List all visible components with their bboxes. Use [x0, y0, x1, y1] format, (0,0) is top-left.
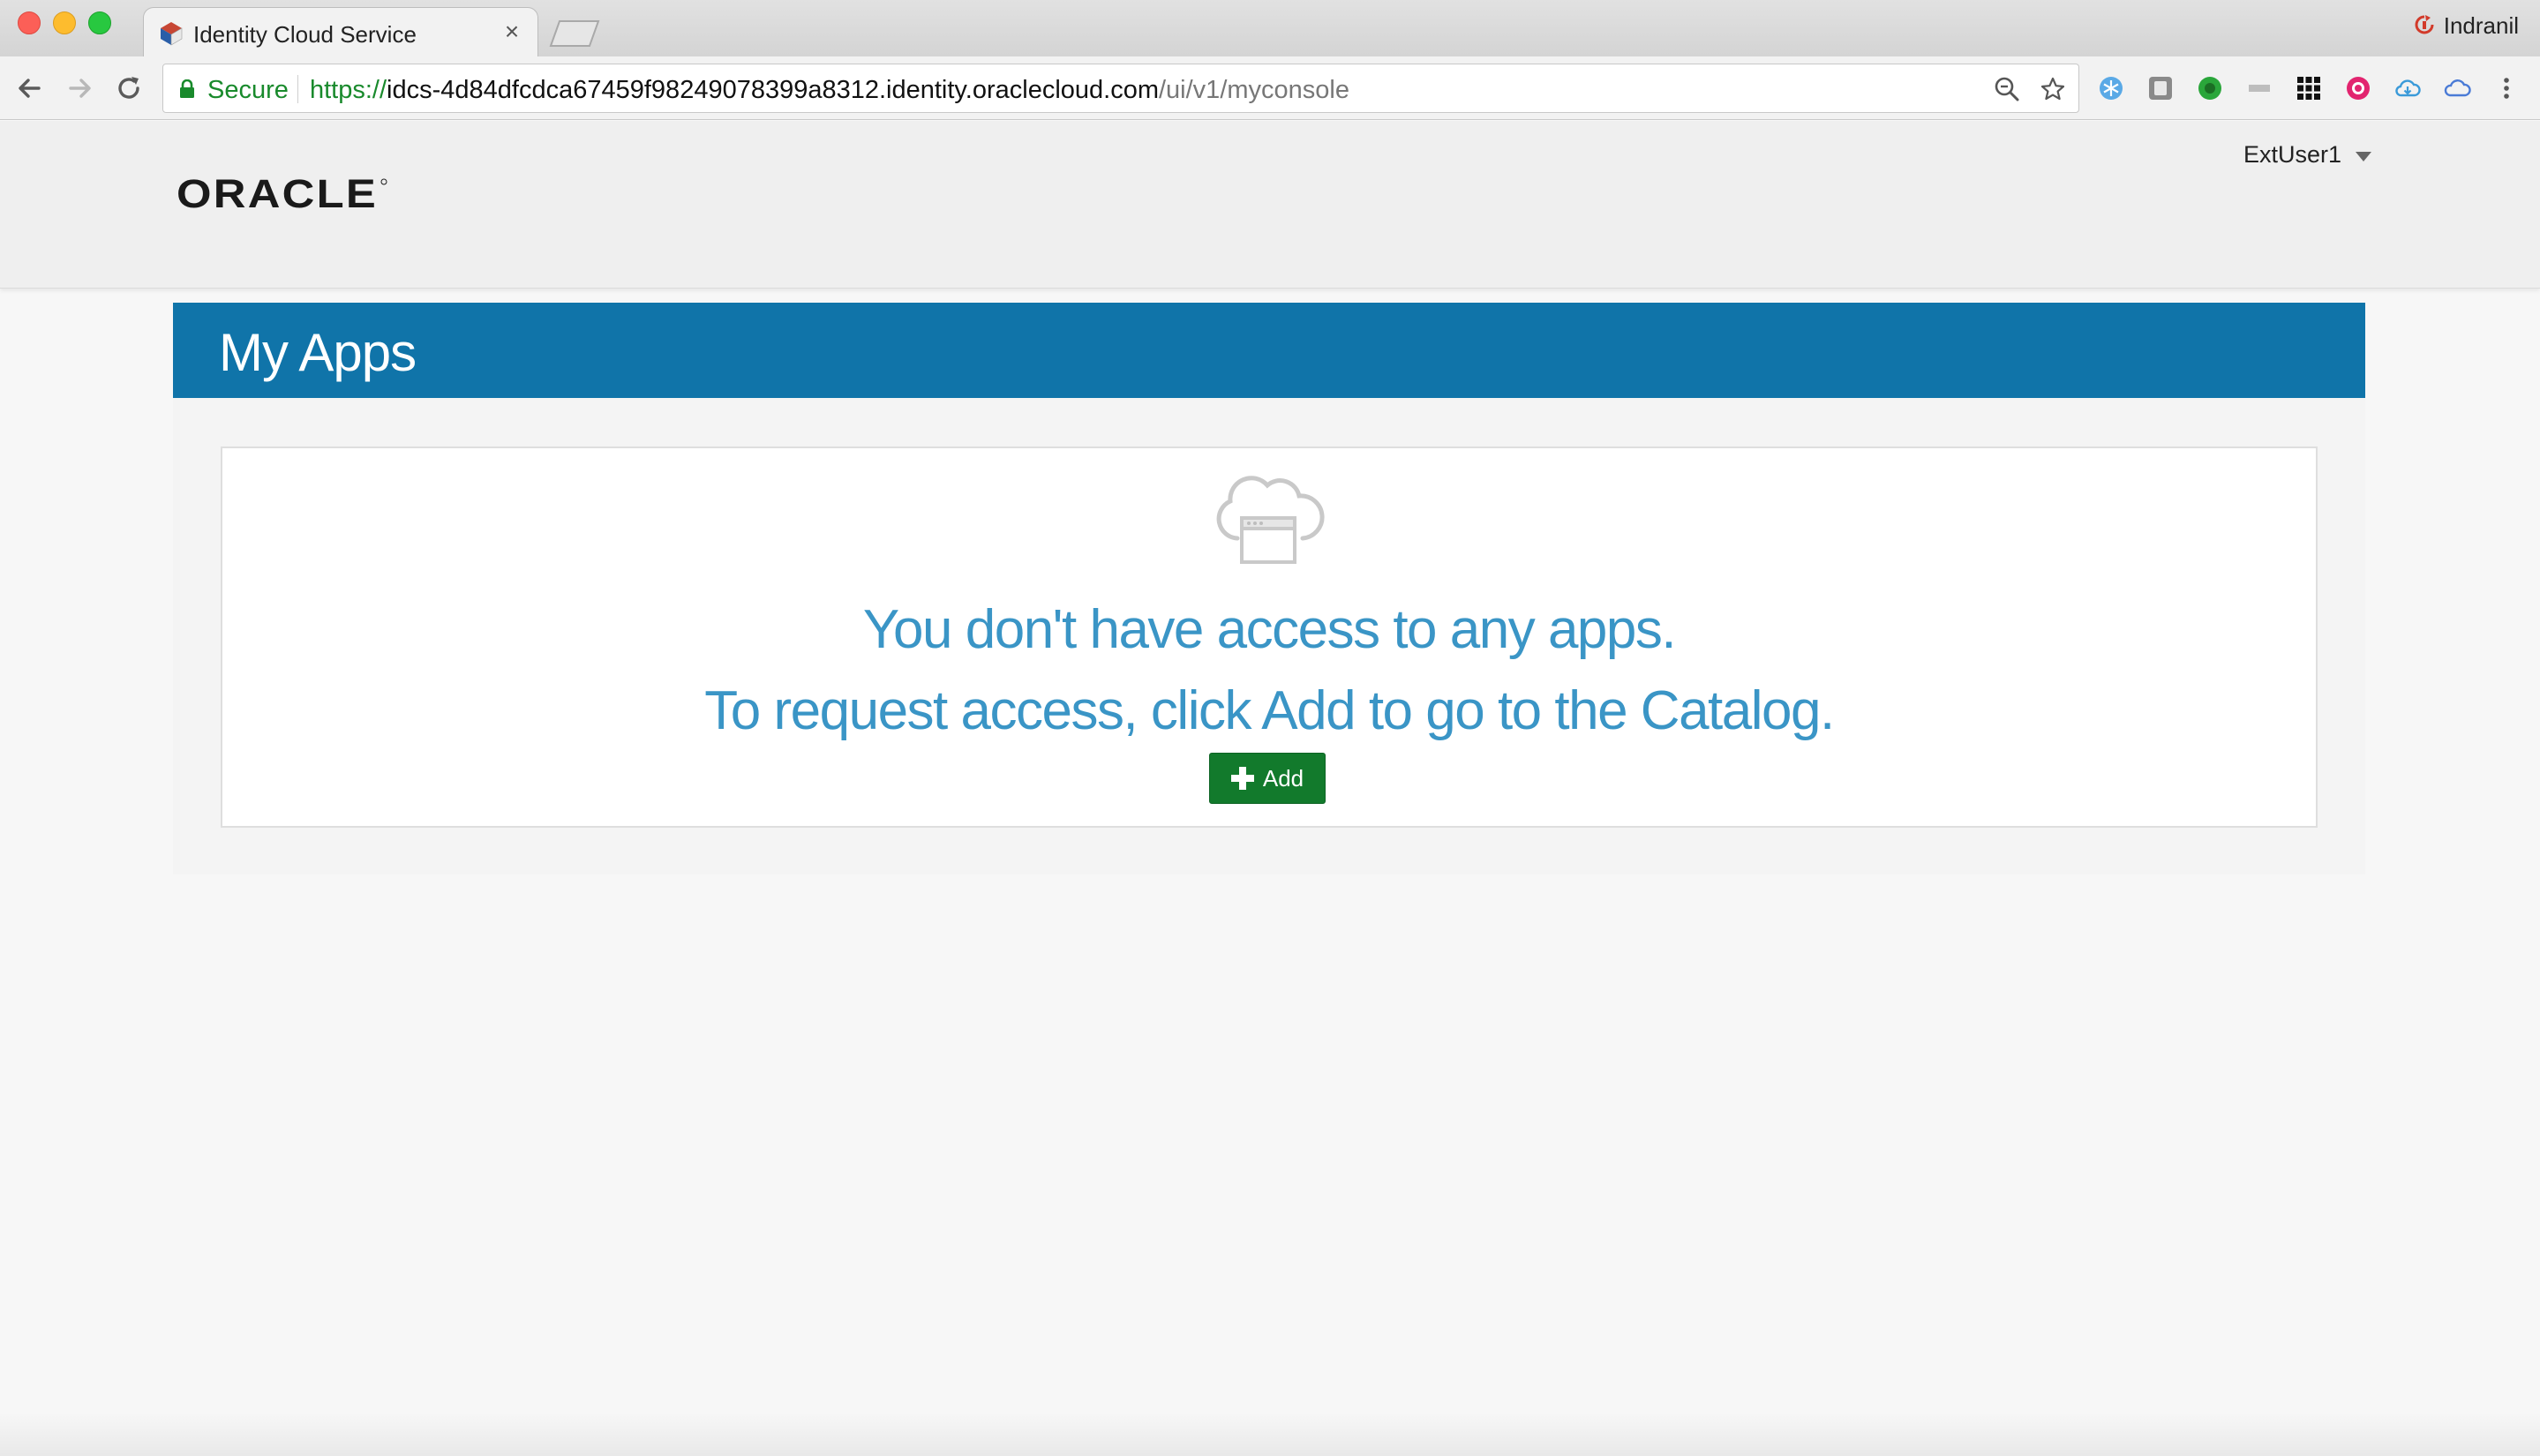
secure-label: Secure [207, 76, 289, 104]
cloud-sync-extension-icon[interactable] [2393, 74, 2422, 102]
user-name: ExtUser1 [2243, 140, 2342, 168]
reload-icon[interactable] [111, 71, 147, 106]
zoom-icon[interactable] [1994, 76, 2020, 102]
add-button[interactable]: Add [1209, 753, 1326, 804]
add-button-label: Add [1262, 764, 1304, 792]
svg-text:ORACLE: ORACLE [177, 176, 378, 212]
browser-toolbar: Secure https://idcs-4d84dfcdca67459f9824… [0, 56, 2540, 120]
new-tab-button[interactable] [547, 18, 602, 48]
text-extension-icon[interactable] [2245, 74, 2273, 102]
browser-tab-active[interactable]: Identity Cloud Service × [143, 7, 538, 58]
forward-arrow-icon[interactable] [62, 71, 97, 106]
url-text[interactable]: https://idcs-4d84dfcdca67459f98249078399… [310, 76, 1349, 105]
grey-square-extension-icon[interactable] [2146, 74, 2175, 102]
bottom-shadow [0, 1412, 2540, 1456]
plus-icon [1230, 767, 1254, 790]
user-menu[interactable]: ExtUser1 [2243, 137, 2372, 172]
page-header: ORACLE ExtUser1 [0, 121, 2540, 289]
page-title: My Apps [219, 323, 417, 382]
my-apps-banner: My Apps [173, 303, 2365, 398]
address-divider [297, 75, 298, 103]
cloud-app-icon [1216, 476, 1325, 564]
profile-name: Indranil [2443, 11, 2519, 39]
empty-message-line1: You don't have access to any apps. [862, 599, 1677, 660]
minimize-window-button[interactable] [53, 11, 76, 34]
lock-icon [180, 79, 194, 98]
oracle-logo[interactable]: ORACLE [177, 176, 388, 212]
back-arrow-icon[interactable] [12, 71, 48, 106]
browser-menu-icon[interactable] [2492, 74, 2521, 102]
url-host: idcs-4d84dfcdca67459f98249078399a8312.id… [387, 76, 1159, 104]
cloud-extension-icon[interactable] [2443, 74, 2471, 102]
tab-title: Identity Cloud Service [193, 21, 417, 48]
chevron-down-icon [2356, 151, 2372, 161]
maximize-window-button[interactable] [88, 11, 111, 34]
browser-profile[interactable]: Indranil [2414, 11, 2519, 41]
profile-icon [2415, 15, 2434, 34]
address-bar[interactable]: Secure https://idcs-4d84dfcdca67459f9824… [162, 64, 2079, 113]
oracle-cloud-favicon-icon [161, 22, 183, 46]
pink-record-extension-icon[interactable] [2344, 74, 2372, 102]
my-apps-panel: My Apps You don't have access to any app… [173, 303, 2365, 874]
bookmark-star-icon[interactable] [2040, 76, 2066, 102]
url-path: /ui/v1/myconsole [1159, 76, 1349, 104]
browser-tab-strip: Identity Cloud Service × Indranil [0, 0, 2540, 58]
snowflake-extension-icon[interactable] [2097, 74, 2125, 102]
green-circle-extension-icon[interactable] [2196, 74, 2224, 102]
tab-close-icon[interactable]: × [499, 19, 525, 45]
empty-state-card: You don't have access to any apps. To re… [221, 447, 2318, 828]
empty-message-line2: To request access, click Add to go to th… [704, 680, 1835, 741]
grid-extension-icon[interactable] [2295, 74, 2323, 102]
url-scheme: https:// [310, 76, 387, 104]
close-window-button[interactable] [18, 11, 41, 34]
